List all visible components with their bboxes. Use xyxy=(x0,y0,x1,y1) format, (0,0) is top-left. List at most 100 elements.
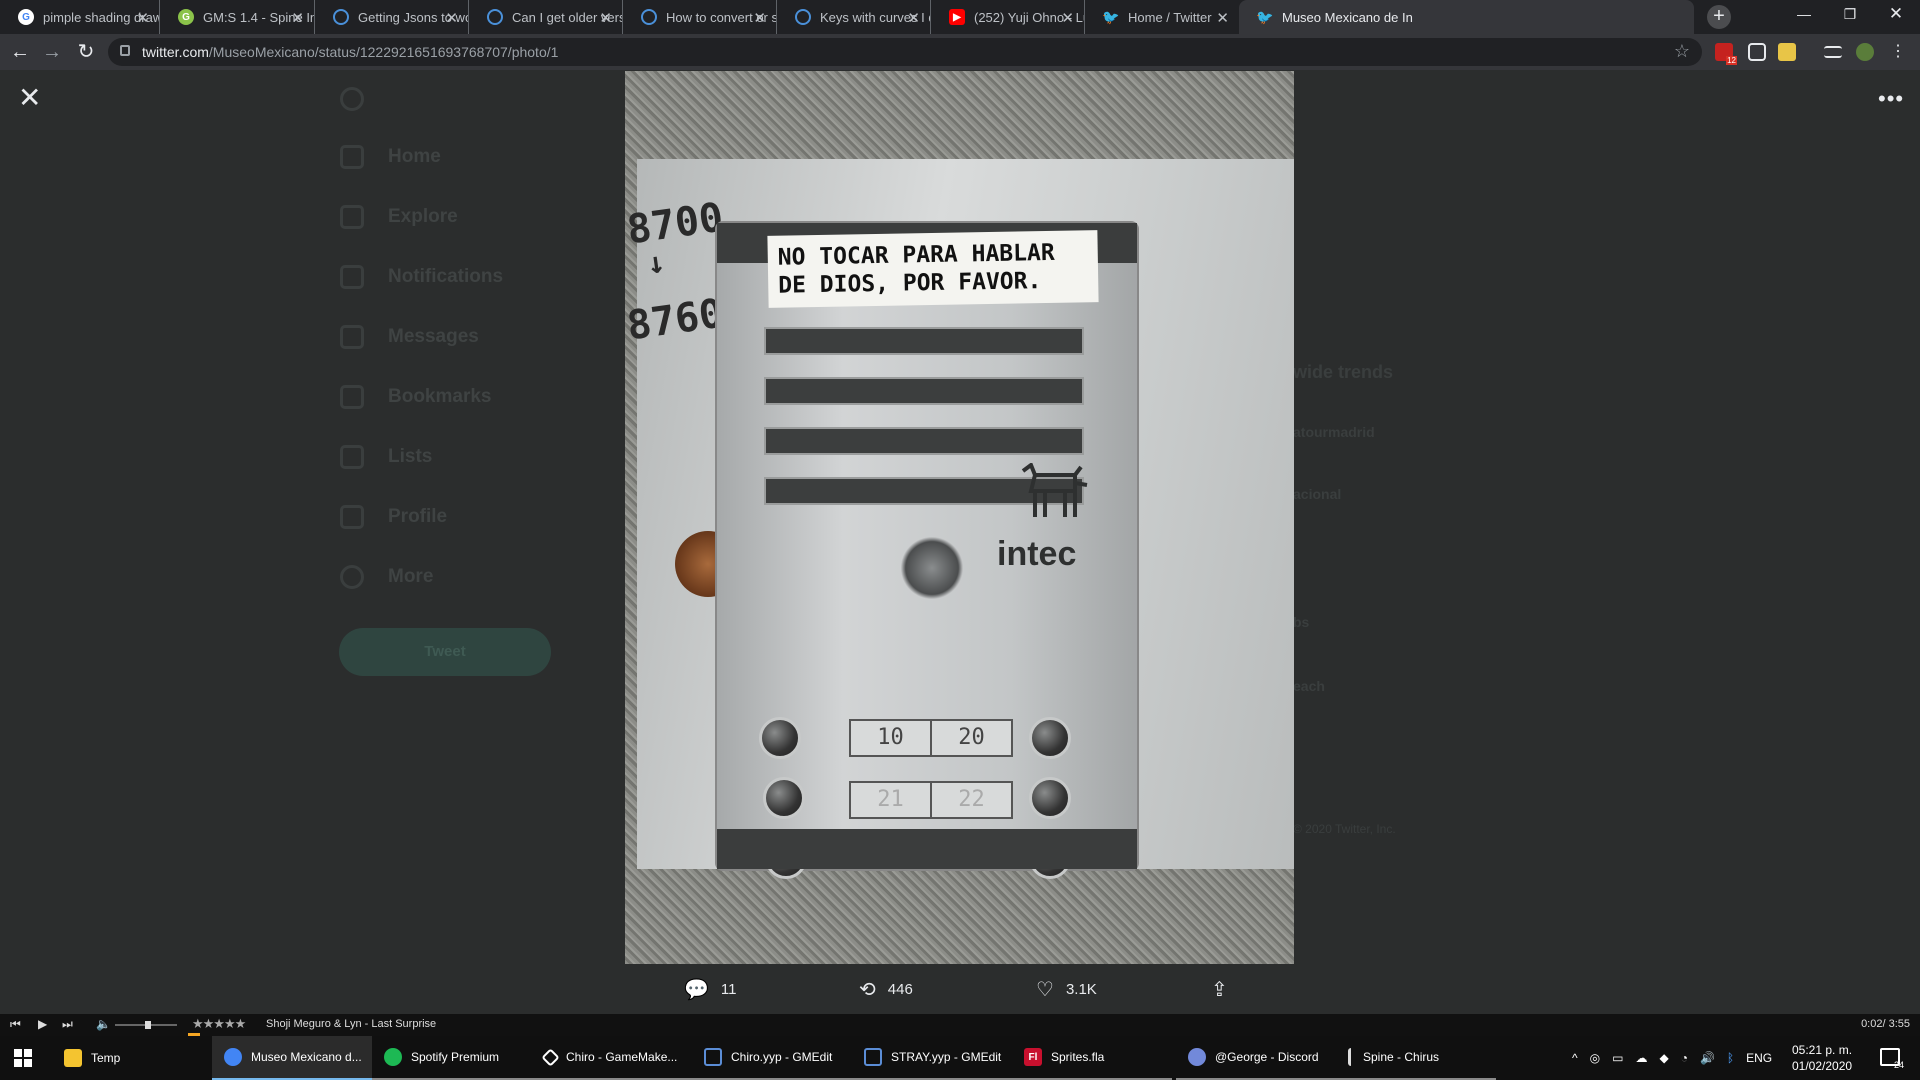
cloud-icon[interactable]: ☁ xyxy=(1635,1051,1647,1065)
windows-start-icon[interactable] xyxy=(14,1049,32,1067)
minimize-button[interactable]: — xyxy=(1781,0,1827,30)
reload-button[interactable]: ↻ xyxy=(74,40,98,64)
task-flash[interactable]: Fl Sprites.fla xyxy=(1012,1036,1172,1080)
share-button[interactable]: ⇪ xyxy=(1211,964,1240,1014)
brand-logo: intec xyxy=(997,535,1077,573)
bell-icon xyxy=(340,265,364,289)
dog-logo-icon xyxy=(1021,463,1088,517)
bookmark-star-icon[interactable]: ☆ xyxy=(1674,41,1690,62)
close-tab-icon[interactable]: ✕ xyxy=(1216,9,1229,27)
task-chrome[interactable]: Museo Mexicano d... xyxy=(212,1036,372,1080)
volume-slider[interactable] xyxy=(115,1021,177,1029)
tab-0[interactable]: G pimple shading drawing ✕ xyxy=(0,0,160,34)
intercom-button xyxy=(763,777,805,819)
twitter-icon: 🐦 xyxy=(1102,8,1120,25)
mail-extension-icon[interactable]: 12 xyxy=(1715,43,1737,65)
trend-item: acional xyxy=(1293,486,1342,502)
twitter-icon: 🐦 xyxy=(1256,8,1274,25)
tray-app-icon[interactable]: ◎ xyxy=(1590,1051,1600,1065)
trend-item: bs xyxy=(1293,614,1310,630)
bluetooth-icon[interactable]: ᛒ xyxy=(1727,1051,1734,1065)
task-spotify[interactable]: Spotify Premium xyxy=(372,1036,532,1080)
tab-4[interactable]: How to convert or save ✕ xyxy=(623,0,777,34)
task-label: Temp xyxy=(91,1051,121,1065)
spine-icon xyxy=(1348,1048,1354,1066)
nav-profile: Profile xyxy=(340,502,447,532)
mail-icon xyxy=(340,325,364,349)
close-icon[interactable]: ✕ xyxy=(18,84,41,112)
trend-item: atourmadrid xyxy=(1293,424,1375,440)
tab-8[interactable]: 🐦 Museo Mexicano de In xyxy=(1239,0,1694,34)
close-tab-icon[interactable]: ✕ xyxy=(599,9,612,27)
next-track-icon[interactable]: ⏭ xyxy=(62,1017,73,1032)
media-queue-icon[interactable] xyxy=(1824,46,1842,58)
task-label: @George - Discord xyxy=(1215,1050,1319,1064)
notification-count: 24 xyxy=(1893,1060,1904,1070)
volume-knob[interactable] xyxy=(145,1021,151,1029)
forward-button[interactable]: → xyxy=(40,40,64,64)
folder-icon xyxy=(64,1049,82,1067)
task-gmedit-stray[interactable]: STRAY.yyp - GMEdit xyxy=(852,1036,1012,1080)
browser-toolbar: ← → ↻ twitter.com/MuseoMexicano/status/1… xyxy=(0,34,1920,70)
task-discord[interactable]: @George - Discord xyxy=(1176,1036,1336,1080)
avatar[interactable] xyxy=(1856,43,1874,61)
previous-track-icon[interactable]: ⏮ xyxy=(10,1017,21,1032)
task-label: Chiro - GameMake... xyxy=(566,1050,678,1064)
notification-center-icon[interactable]: 24 xyxy=(1880,1048,1904,1070)
dropbox-icon[interactable]: ◆ xyxy=(1659,1051,1668,1065)
play-icon[interactable]: ▶ xyxy=(38,1017,47,1031)
tab-5[interactable]: Keys with curves I didn ✕ xyxy=(777,0,931,34)
close-tab-icon[interactable]: ✕ xyxy=(1061,9,1074,27)
restore-button[interactable]: ❐ xyxy=(1827,0,1873,30)
close-tab-icon[interactable]: ✕ xyxy=(907,9,920,27)
nav-messages: Messages xyxy=(340,322,479,352)
extension-badge: 12 xyxy=(1726,56,1737,65)
chevron-up-icon[interactable]: ^ xyxy=(1572,1051,1578,1065)
more-options-icon[interactable]: ••• xyxy=(1878,86,1904,112)
task-gmedit-chiro[interactable]: Chiro.yyp - GMEdit xyxy=(692,1036,852,1080)
twitter-photo-viewer: Home Explore Notifications Messages Book… xyxy=(0,70,1920,1014)
close-tab-icon[interactable]: ✕ xyxy=(291,9,304,27)
network-icon[interactable]: ◔ xyxy=(1681,1051,1688,1065)
system-clock[interactable]: 05:21 p. m. 01/02/2020 xyxy=(1792,1042,1852,1074)
language-indicator[interactable]: ENG xyxy=(1746,1051,1772,1065)
address-bar[interactable]: twitter.com/MuseoMexicano/status/1222921… xyxy=(108,38,1702,66)
url-path: /MuseoMexicano/status/122292165169376870… xyxy=(208,44,559,60)
back-button[interactable]: ← xyxy=(8,40,32,64)
new-tab-button[interactable]: + xyxy=(1707,5,1731,29)
tab-3[interactable]: Can I get older version ✕ xyxy=(469,0,623,34)
nav-label: Profile xyxy=(388,506,448,527)
volume-icon[interactable]: 🔈 xyxy=(96,1017,111,1031)
extension-icon[interactable] xyxy=(1778,43,1796,61)
tab-7[interactable]: 🐦 Home / Twitter ✕ xyxy=(1085,0,1239,34)
tab-6[interactable]: ▶ (252) Yuji Ohno - Lupin ✕ xyxy=(931,0,1085,34)
task-temp[interactable]: Temp xyxy=(52,1036,202,1080)
speaker-slot xyxy=(764,427,1084,455)
task-gamemaker[interactable]: Chiro - GameMake... xyxy=(532,1036,692,1080)
apartment-label: 21 xyxy=(851,783,932,817)
close-window-button[interactable]: ✕ xyxy=(1873,0,1919,30)
windows-taskbar: Temp Museo Mexicano d... Spotify Premium… xyxy=(0,1036,1920,1080)
youtube-icon: ▶ xyxy=(949,9,965,25)
close-tab-icon[interactable]: ✕ xyxy=(753,9,766,27)
menu-kebab-icon[interactable]: ⋮ xyxy=(1886,40,1910,64)
google-icon: G xyxy=(18,9,34,25)
battery-icon[interactable]: ▭ xyxy=(1612,1051,1623,1065)
reply-button[interactable]: 💬 11 xyxy=(684,964,736,1014)
tab-1[interactable]: G GM:S 1.4 - Spine Incom ✕ xyxy=(160,0,315,34)
nav-label: Notifications xyxy=(388,266,504,287)
task-spine[interactable]: Spine - Chirus xyxy=(1336,1036,1496,1080)
keyhole-icon xyxy=(901,537,963,599)
volume-icon[interactable]: 🔊 xyxy=(1700,1051,1715,1065)
hashtag-icon xyxy=(340,205,364,229)
close-tab-icon[interactable]: ✕ xyxy=(445,9,458,27)
track-title: Shoji Meguro & Lyn - Last Surprise xyxy=(266,1018,437,1030)
apartment-label: 22 xyxy=(958,787,985,812)
chrome-icon xyxy=(224,1048,242,1066)
rating-stars[interactable]: ★★★★★ xyxy=(192,1016,246,1032)
tab-2[interactable]: Getting Jsons to work f ✕ xyxy=(315,0,469,34)
retweet-button[interactable]: ⟲ 446 xyxy=(859,964,913,1014)
pocket-extension-icon[interactable] xyxy=(1748,43,1766,61)
close-tab-icon[interactable]: ✕ xyxy=(136,9,149,27)
like-button[interactable]: ♡ 3.1K xyxy=(1036,964,1097,1014)
